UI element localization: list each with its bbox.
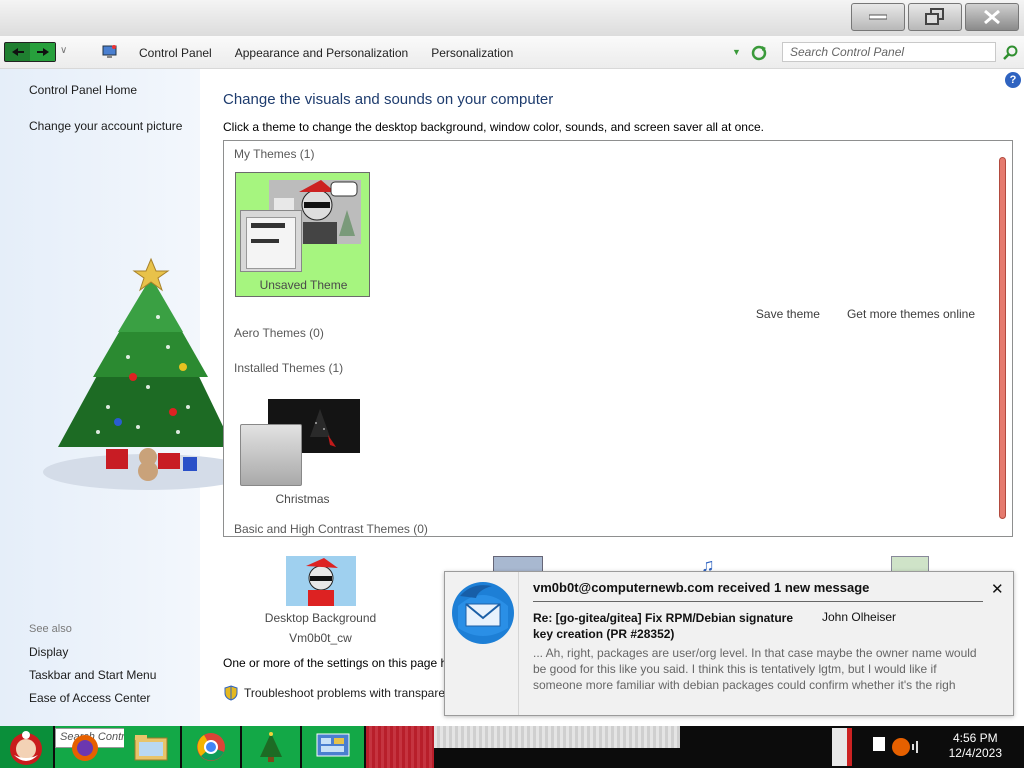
clock-date: 12/4/2023 bbox=[948, 746, 1002, 760]
window-controls bbox=[848, 3, 1019, 31]
breadcrumb-personalization[interactable]: Personalization bbox=[431, 46, 513, 60]
sidebar-link-display[interactable]: Display bbox=[29, 645, 68, 659]
taskbar-personalization[interactable] bbox=[242, 726, 300, 768]
search-icon[interactable] bbox=[1003, 45, 1018, 60]
address-dropdown-icon[interactable]: ▼ bbox=[732, 47, 741, 57]
breadcrumb-control-panel[interactable]: Control Panel bbox=[139, 46, 212, 60]
window-titlebar[interactable] bbox=[0, 0, 1024, 36]
sidebar-link-account-picture[interactable]: Change your account picture bbox=[29, 119, 182, 133]
back-forward-buttons bbox=[4, 42, 56, 62]
chrome-icon bbox=[197, 733, 225, 761]
forward-button[interactable] bbox=[30, 43, 55, 61]
theme-label-christmas: Christmas bbox=[275, 492, 330, 506]
breadcrumb-appearance[interactable]: Appearance and Personalization bbox=[235, 46, 408, 60]
taskbar: Search Contro 4:56 PM 12/4/2023 bbox=[0, 726, 1024, 768]
help-icon[interactable]: ? bbox=[1005, 72, 1021, 88]
desktop-background-thumbnail[interactable] bbox=[286, 556, 356, 606]
notification-title: vm0b0t@computernewb.com received 1 new m… bbox=[533, 580, 870, 595]
page-title: Change the visuals and sounds on your co… bbox=[223, 91, 554, 108]
search-input[interactable]: Search Control Panel bbox=[782, 42, 996, 62]
notification-subject: Re: [go-gitea/gitea] Fix RPM/Debian sign… bbox=[533, 611, 794, 641]
shield-icon bbox=[224, 685, 238, 701]
taskbar-chrome[interactable] bbox=[182, 726, 240, 768]
see-also-heading: See also bbox=[29, 623, 72, 635]
group-basic-themes: Basic and High Contrast Themes (0) bbox=[234, 522, 428, 536]
desktop-background-label[interactable]: Desktop Background bbox=[243, 611, 398, 625]
notification-close-icon[interactable]: ✕ bbox=[991, 580, 1004, 598]
taskbar-explorer[interactable] bbox=[124, 726, 180, 768]
address-bar: ∨ Control Panel Appearance and Personali… bbox=[0, 36, 1024, 69]
theme-actions: Save theme Get more themes online bbox=[729, 307, 975, 321]
breadcrumb: Control Panel Appearance and Personaliza… bbox=[139, 46, 536, 60]
group-my-themes: My Themes (1) bbox=[234, 147, 315, 161]
minimize-button[interactable] bbox=[851, 3, 905, 31]
tray-show-hidden[interactable] bbox=[832, 728, 852, 766]
arrow-left-icon bbox=[11, 48, 24, 56]
get-more-themes-link[interactable]: Get more themes online bbox=[847, 307, 975, 321]
theme-christmas[interactable]: Christmas bbox=[235, 393, 370, 507]
start-button[interactable] bbox=[0, 726, 53, 768]
theme-label-unsaved: Unsaved Theme bbox=[259, 278, 348, 292]
mail-notification[interactable]: vm0b0t@computernewb.com received 1 new m… bbox=[444, 571, 1014, 716]
christmas-tree-icon bbox=[260, 732, 282, 762]
themes-scrollbar[interactable] bbox=[999, 157, 1006, 519]
notification-divider bbox=[533, 601, 983, 602]
christmas-window-color-thumbnail bbox=[240, 424, 302, 486]
theme-unsaved[interactable]: Unsaved Theme bbox=[235, 172, 370, 297]
restore-icon bbox=[925, 8, 944, 25]
back-button[interactable] bbox=[5, 43, 30, 61]
system-clock[interactable]: 4:56 PM 12/4/2023 bbox=[949, 731, 1002, 761]
sidebar-link-ease-of-access[interactable]: Ease of Access Center bbox=[29, 691, 150, 705]
thunderbird-icon bbox=[452, 582, 514, 644]
refresh-icon[interactable] bbox=[751, 45, 767, 61]
minimize-icon bbox=[869, 14, 887, 20]
settings-message: One or more of the settings on this page… bbox=[223, 656, 448, 670]
group-installed-themes: Installed Themes (1) bbox=[234, 361, 344, 375]
page-subtitle: Click a theme to change the desktop back… bbox=[223, 120, 764, 134]
santa-start-icon bbox=[10, 731, 42, 765]
notification-sender: John Olheiser bbox=[822, 610, 897, 624]
close-button[interactable] bbox=[965, 3, 1019, 31]
taskbar-app-gray[interactable] bbox=[434, 726, 680, 748]
troubleshoot-link[interactable]: Troubleshoot problems with transpare bbox=[223, 685, 445, 701]
window-color-thumbnail bbox=[240, 210, 302, 272]
tray-icons[interactable] bbox=[873, 735, 921, 759]
notification-body: ... Ah, right, packages are user/org lev… bbox=[533, 646, 977, 692]
christmas-tree-image bbox=[43, 257, 248, 490]
clock-time: 4:56 PM bbox=[952, 731, 998, 745]
control-panel-taskbar-icon bbox=[316, 733, 350, 757]
arrow-right-icon bbox=[36, 48, 49, 56]
taskbar-control-panel[interactable] bbox=[302, 726, 364, 768]
save-theme-link[interactable]: Save theme bbox=[756, 307, 820, 321]
recent-pages-dropdown[interactable]: ∨ bbox=[60, 45, 67, 56]
group-aero-themes: Aero Themes (0) bbox=[234, 326, 324, 340]
sidebar-link-control-panel-home[interactable]: Control Panel Home bbox=[29, 83, 137, 97]
sidebar-link-taskbar[interactable]: Taskbar and Start Menu bbox=[29, 668, 156, 682]
themes-list: My Themes (1) Unsaved Theme Save theme G… bbox=[223, 140, 1013, 537]
sidebar: Control Panel Home Change your account p… bbox=[0, 69, 248, 726]
control-panel-icon bbox=[102, 45, 117, 58]
notification-icon-panel bbox=[445, 572, 519, 715]
firefox-icon[interactable] bbox=[70, 733, 100, 763]
taskbar-app-red[interactable] bbox=[366, 726, 434, 768]
restore-button[interactable] bbox=[908, 3, 962, 31]
desktop-background-value: Vm0b0t_cw bbox=[289, 631, 352, 645]
troubleshoot-label: Troubleshoot problems with transpare bbox=[244, 686, 445, 700]
folder-icon bbox=[134, 735, 168, 761]
close-icon bbox=[984, 9, 1000, 25]
